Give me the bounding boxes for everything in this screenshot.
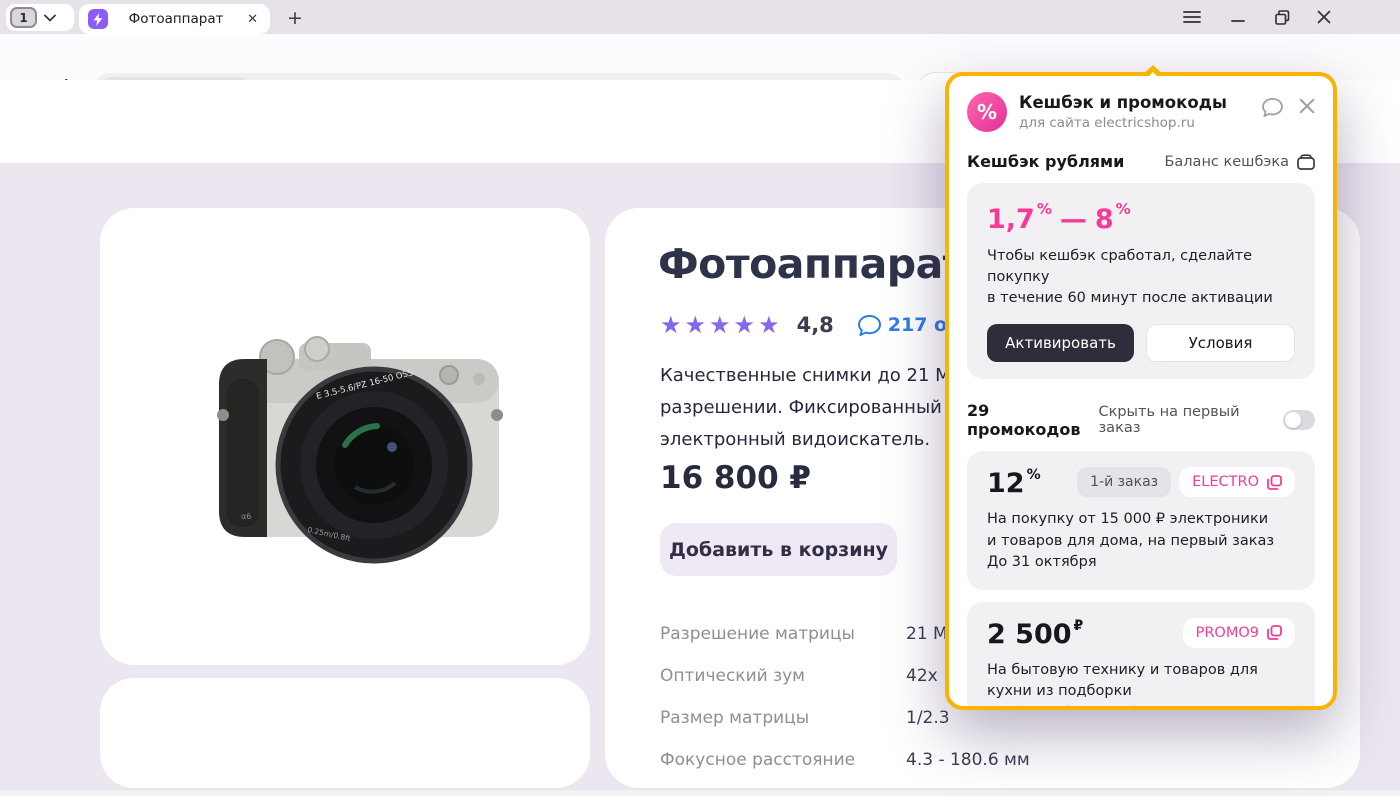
tab-title: Фотоаппарат (128, 11, 224, 27)
window-minimize-icon[interactable] (1226, 7, 1250, 27)
cashback-popup: % Кешбэк и промокоды для сайта electrics… (945, 65, 1337, 710)
promo-selection-link[interactable]: Подборка товаров (1098, 705, 1238, 707)
popup-title: Кешбэк и промокоды (1019, 93, 1227, 112)
chevron-down-icon[interactable] (44, 14, 56, 22)
tab-count-badge: 1 (10, 7, 37, 28)
window-close-icon[interactable] (1312, 7, 1336, 27)
product-title: Фотоаппарат (658, 240, 967, 288)
cashback-rate: 1,7% —8% (987, 200, 1131, 235)
cashback-balance-link[interactable]: Баланс кешбэка (1164, 154, 1315, 170)
promo-code-chip[interactable]: PROMO9 (1182, 617, 1295, 648)
product-price: 16 800 ₽ (660, 460, 812, 496)
tab-favicon-bolt-icon (88, 9, 108, 29)
cashback-rate-card: 1,7% —8% Чтобы кешбэк сработал, сделайте … (967, 183, 1315, 379)
window-restore-icon[interactable] (1270, 7, 1294, 27)
cashback-percent-icon: % (967, 92, 1007, 132)
product-image: E 3.5-5.6/PZ 16-50 OSS 0.25m/0.8ft α6 (217, 335, 503, 563)
wallet-icon (1297, 153, 1315, 170)
next-section-card (100, 678, 590, 788)
new-tab-button[interactable]: + (282, 5, 308, 31)
hide-first-order-label: Скрыть на первый заказ (1098, 404, 1240, 436)
first-order-tag: 1-й заказ (1077, 467, 1172, 497)
copy-icon[interactable] (1267, 474, 1282, 490)
copy-icon[interactable] (1267, 625, 1282, 640)
promo-code-chip[interactable]: ELECTRO (1179, 467, 1295, 497)
promo-card: 2 500 ₽ PROMO9 На бытовую технику и товар… (967, 601, 1315, 707)
feedback-bubble-icon[interactable] (1262, 98, 1283, 117)
promo-description: На покупку от 15 000 ₽ электроники и тов… (987, 511, 1275, 570)
tab-strip: 1 Фотоаппарат ✕ + (0, 0, 1400, 34)
terms-button[interactable]: Условия (1146, 324, 1295, 362)
spec-row: Фокусное расстояние 4.3 - 180.6 мм (660, 750, 1030, 770)
popup-subtitle: для сайта electricshop.ru (1019, 115, 1195, 131)
hide-first-order-toggle[interactable] (1282, 410, 1315, 430)
star-rating-icons: ★★★★★ (660, 311, 783, 339)
popup-close-icon[interactable] (1299, 98, 1315, 114)
promo-card: 12% 1-й заказ ELECTRO На покупку от 15 0… (967, 451, 1315, 590)
promo-count: 29 промокодов (967, 401, 1081, 439)
popup-arrow-inner (1146, 72, 1160, 79)
activate-button[interactable]: Активировать (987, 324, 1134, 362)
popup-header: % Кешбэк и промокоды для сайта electrics… (967, 92, 1315, 132)
tab-counter[interactable]: 1 (6, 4, 74, 31)
add-to-cart-button[interactable]: Добавить в корзину (660, 523, 897, 576)
browser-menu-icon[interactable] (1180, 7, 1204, 27)
cashback-note: Чтобы кешбэк сработал, сделайте покупку … (987, 248, 1273, 306)
cashback-section-title: Кешбэк рублями (967, 152, 1125, 171)
promo-description: На бытовую технику и товаров для кухни и… (987, 660, 1295, 707)
rating-value: 4,8 (796, 313, 834, 337)
svg-text:α6: α6 (241, 512, 251, 521)
tab-close-icon[interactable]: ✕ (244, 10, 261, 29)
browser-tab[interactable]: Фотоаппарат ✕ (79, 4, 270, 34)
comment-bubble-icon (857, 314, 881, 336)
bottom-edge-strip (0, 789, 1400, 796)
product-image-card: E 3.5-5.6/PZ 16-50 OSS 0.25m/0.8ft α6 (100, 208, 590, 665)
